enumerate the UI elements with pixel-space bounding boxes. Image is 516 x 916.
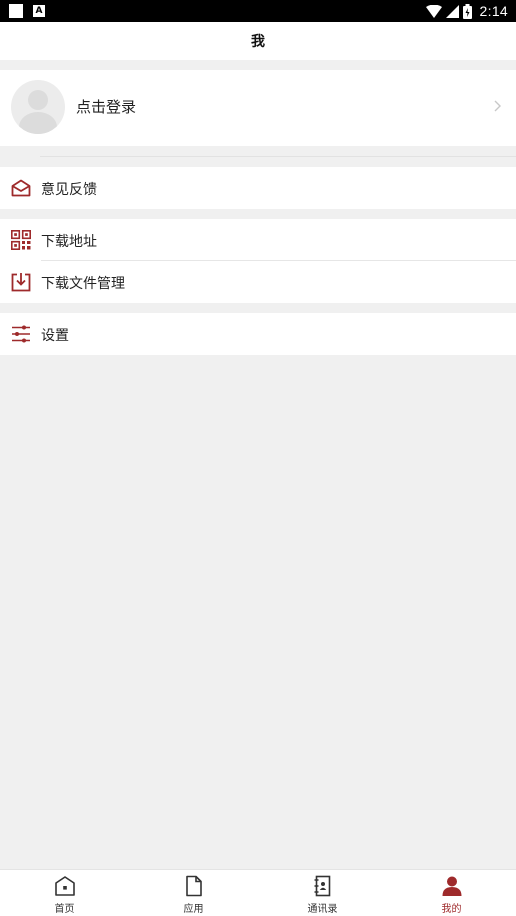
title-bar: 我 bbox=[0, 22, 516, 60]
menu-item-settings[interactable]: 设置 bbox=[0, 313, 516, 355]
notification-icons: A bbox=[9, 4, 45, 18]
nav-label: 我的 bbox=[441, 904, 462, 915]
nav-label: 应用 bbox=[183, 904, 204, 915]
wifi-icon bbox=[425, 4, 442, 18]
menu-item-download-address[interactable]: 下载地址 bbox=[0, 219, 516, 261]
nav-item-apps[interactable]: 应用 bbox=[129, 870, 258, 916]
nav-item-home[interactable]: 首页 bbox=[0, 870, 129, 916]
clock: 2:14 bbox=[479, 3, 508, 19]
nav-item-contacts[interactable]: 通讯录 bbox=[258, 870, 387, 916]
divider bbox=[40, 156, 516, 157]
status-bar: A 2:14 bbox=[0, 0, 516, 22]
download-icon bbox=[11, 273, 31, 292]
signal-icon bbox=[445, 4, 459, 18]
nav-label: 首页 bbox=[54, 904, 75, 915]
menu-item-label: 意见反馈 bbox=[41, 182, 97, 198]
battery-icon bbox=[462, 3, 472, 19]
system-indicators: 2:14 bbox=[425, 3, 508, 19]
chevron-right-icon bbox=[494, 100, 501, 112]
envelope-icon bbox=[11, 179, 31, 197]
person-icon bbox=[442, 876, 462, 896]
nav-label: 通讯录 bbox=[307, 904, 338, 915]
login-label: 点击登录 bbox=[76, 98, 137, 116]
menu-item-label: 下载文件管理 bbox=[41, 276, 125, 292]
avatar bbox=[11, 80, 65, 134]
menu-item-download-manager[interactable]: 下载文件管理 bbox=[0, 261, 516, 303]
menu-item-feedback[interactable]: 意见反馈 bbox=[0, 167, 516, 209]
page-title: 我 bbox=[251, 34, 265, 50]
notification-a-icon: A bbox=[33, 5, 45, 17]
qr-code-icon bbox=[11, 230, 31, 250]
menu-item-label: 下载地址 bbox=[41, 234, 97, 250]
menu-item-label: 设置 bbox=[41, 328, 69, 344]
document-icon bbox=[186, 875, 202, 897]
home-icon bbox=[55, 876, 75, 896]
notification-square-icon bbox=[9, 4, 23, 18]
profile-login-row[interactable]: 点击登录 bbox=[0, 70, 516, 146]
contacts-icon bbox=[314, 875, 331, 897]
nav-item-me[interactable]: 我的 bbox=[387, 870, 516, 916]
sliders-icon bbox=[12, 325, 30, 343]
bottom-nav: 首页 应用 通讯录 我的 bbox=[0, 869, 516, 916]
